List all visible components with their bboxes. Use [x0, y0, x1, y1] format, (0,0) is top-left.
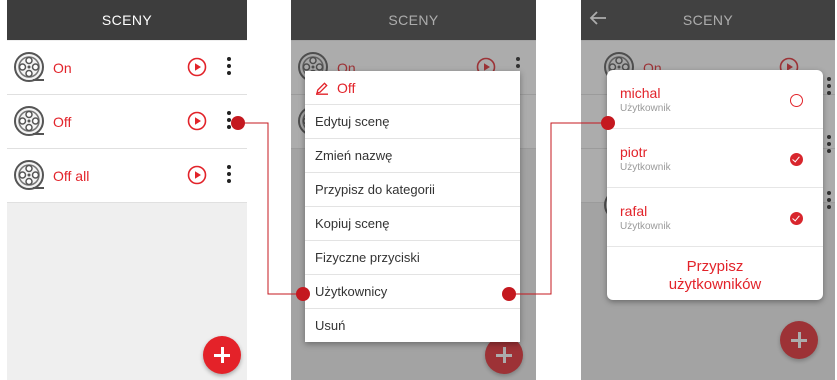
menu-scene-name: Off — [337, 79, 356, 96]
page-title: SCENY — [101, 12, 153, 28]
menu-item-rename[interactable]: Zmień nazwę — [305, 139, 520, 173]
user-row-rafal[interactable]: rafal Użytkownik — [607, 188, 823, 247]
menu-item-users[interactable]: Użytkownicy — [305, 275, 520, 309]
scene-row-off-all[interactable]: Off all — [7, 149, 247, 203]
menu-item-edit-scene[interactable]: Edytuj scenę — [305, 105, 520, 139]
user-name: rafal — [620, 203, 648, 219]
scene-row-on[interactable]: On — [7, 41, 247, 95]
user-role: Użytkownik — [620, 221, 671, 232]
pencil-icon — [316, 81, 328, 95]
menu-item-assign-category[interactable]: Przypisz do kategorii — [305, 173, 520, 207]
check-icon[interactable] — [790, 153, 803, 166]
more-vert-icon[interactable] — [225, 109, 233, 135]
scene-list: On Off Off all — [7, 41, 247, 203]
screen-scenes-list: SCENY On Off Off all — [7, 0, 247, 380]
scene-context-menu: Off Edytuj scenę Zmień nazwę Przypisz do… — [305, 71, 520, 342]
scene-label: Off all — [53, 168, 90, 184]
assign-users-button[interactable]: Przypisz użytkowników — [607, 250, 823, 298]
app-bar: SCENY — [7, 0, 247, 40]
add-icon[interactable] — [203, 336, 241, 374]
radio-unchecked-icon[interactable] — [790, 94, 803, 107]
assign-label-line1: Przypisz — [686, 258, 744, 275]
menu-item-physical-buttons[interactable]: Fizyczne przyciski — [305, 241, 520, 275]
user-row-michal[interactable]: michal Użytkownik — [607, 70, 823, 129]
scene-row-off[interactable]: Off — [7, 95, 247, 149]
play-circle-icon[interactable] — [187, 165, 207, 185]
user-role: Użytkownik — [620, 162, 671, 173]
scene-label: On — [53, 60, 72, 76]
play-circle-icon[interactable] — [187, 111, 207, 131]
menu-item-copy-scene[interactable]: Kopiuj scenę — [305, 207, 520, 241]
play-circle-icon[interactable] — [187, 57, 207, 77]
user-role: Użytkownik — [620, 103, 671, 114]
menu-header: Off — [305, 71, 520, 105]
more-vert-icon[interactable] — [225, 163, 233, 189]
check-icon[interactable] — [790, 212, 803, 225]
film-reel-icon — [13, 159, 45, 191]
film-reel-icon — [13, 51, 45, 83]
assign-users-dialog: michal Użytkownik piotr Użytkownik rafal… — [607, 70, 823, 300]
screen-assign-users: SCENY On michal Użytkownik piotr Użytkow… — [581, 0, 835, 380]
user-name: michal — [620, 85, 661, 101]
assign-label-line2: użytkowników — [668, 276, 762, 293]
film-reel-icon — [13, 105, 45, 137]
scene-label: Off — [53, 114, 72, 130]
screen-scene-menu: SCENY On Off Edytuj scenę Zmień nazwę Pr… — [291, 0, 536, 380]
user-name: piotr — [620, 144, 648, 160]
more-vert-icon[interactable] — [225, 55, 233, 81]
menu-item-delete[interactable]: Usuń — [305, 309, 520, 342]
user-row-piotr[interactable]: piotr Użytkownik — [607, 129, 823, 188]
